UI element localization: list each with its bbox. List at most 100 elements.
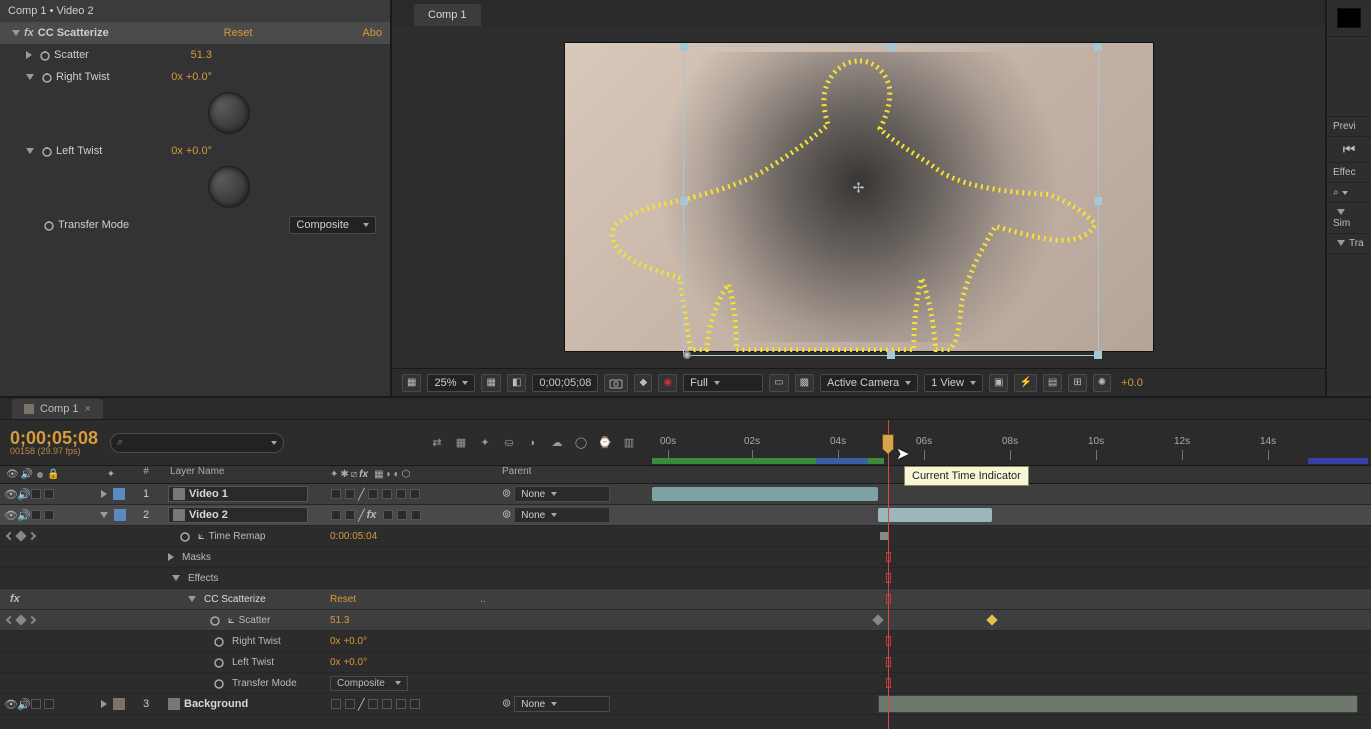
speaker-icon[interactable]: 🔊 — [17, 698, 29, 710]
options-link[interactable]: .. — [480, 593, 486, 605]
pixel-aspect-icon[interactable]: ▣ — [989, 374, 1008, 392]
first-frame-icon[interactable]: ⏮ — [1327, 137, 1371, 163]
speaker-icon[interactable]: 🔊 — [17, 488, 29, 500]
comp-mini-flowchart-icon[interactable]: ⇄ — [428, 434, 446, 452]
disclosure-icon[interactable] — [101, 490, 107, 498]
angle-knob[interactable] — [208, 166, 250, 208]
group-row-effects[interactable]: Effects — [0, 568, 1371, 589]
stopwatch-icon[interactable] — [213, 635, 225, 647]
layer-name-field[interactable]: Video 1 — [168, 486, 308, 502]
layer-duration-bar[interactable] — [878, 695, 1358, 713]
time-ruler[interactable]: 00s 02s 04s 06s 08s 10s 12s 14s ➤ — [648, 420, 1371, 465]
toggle-switches-icon[interactable]: ▥ — [620, 434, 638, 452]
resize-handle[interactable] — [887, 43, 895, 51]
keyframe-marker[interactable] — [880, 532, 888, 540]
prev-key-icon[interactable] — [6, 532, 14, 540]
layer-name-field[interactable]: Video 2 — [168, 507, 308, 523]
always-preview-icon[interactable]: ▦ — [402, 374, 421, 392]
transfer-mode-dropdown[interactable]: Composite — [330, 676, 408, 691]
property-row-right-twist[interactable]: Right Twist 0x +0.0° — [0, 631, 1371, 652]
category-transition[interactable]: Tra — [1349, 238, 1364, 249]
mask-toggle-icon[interactable]: ◧ — [507, 374, 526, 392]
stopwatch-icon[interactable] — [43, 219, 55, 231]
views-dropdown[interactable]: 1 View — [924, 374, 983, 392]
disclosure-icon[interactable] — [100, 512, 108, 518]
label-color[interactable] — [113, 698, 125, 710]
expression-icon[interactable]: ⟀ — [198, 530, 205, 543]
stopwatch-icon[interactable] — [209, 614, 221, 626]
resize-handle[interactable] — [1094, 43, 1102, 51]
fx-badge-icon[interactable]: fx — [10, 593, 20, 605]
timeline-search-input[interactable]: ⌕ — [110, 433, 284, 453]
brainstorm-icon[interactable]: ☁ — [548, 434, 566, 452]
add-key-icon[interactable] — [15, 614, 26, 625]
prop-scatter-row[interactable]: Scatter 51.3 — [0, 44, 390, 66]
composition-canvas[interactable]: ✢ — [564, 42, 1154, 352]
channel-icon[interactable]: ◆ — [634, 374, 652, 392]
color-swatch[interactable] — [1337, 8, 1361, 28]
effect-header-row[interactable]: fx CC Scatterize Reset Abo — [0, 22, 390, 44]
disclosure-icon[interactable] — [26, 51, 32, 59]
reset-link[interactable]: Reset — [330, 594, 356, 605]
snapshot-icon[interactable] — [604, 374, 628, 392]
property-row-left-twist[interactable]: Left Twist 0x +0.0° — [0, 652, 1371, 673]
right-twist-value[interactable]: 0x +0.0° — [330, 636, 367, 647]
camera-dropdown[interactable]: Active Camera — [820, 374, 918, 392]
pickwhip-icon[interactable]: ⊚ — [502, 698, 511, 710]
time-remap-value[interactable]: 0:00:05:04 — [330, 531, 377, 542]
reset-link[interactable]: Reset — [224, 27, 253, 39]
stopwatch-icon[interactable] — [41, 145, 53, 157]
search-icon[interactable]: ⌕ — [1333, 187, 1339, 198]
effects-panel-tab[interactable]: Effec — [1327, 163, 1371, 183]
stopwatch-icon[interactable] — [41, 71, 53, 83]
keyframe-diamond[interactable] — [986, 614, 997, 625]
grid-icon[interactable]: ▦ — [481, 374, 500, 392]
viewer-tab-comp1[interactable]: Comp 1 — [414, 4, 481, 26]
lock-column-icon[interactable]: 🔒 — [47, 469, 59, 480]
auto-keyframe-icon[interactable]: ◯ — [572, 434, 590, 452]
parent-dropdown[interactable]: None — [514, 486, 610, 502]
stopwatch-icon[interactable] — [213, 656, 225, 668]
left-twist-value[interactable]: 0x +0.0° — [330, 657, 367, 668]
label-color[interactable] — [113, 488, 125, 500]
prop-transfer-mode-row[interactable]: Transfer Mode Composite — [0, 214, 390, 236]
lock-toggle[interactable] — [44, 489, 54, 499]
disclosure-icon[interactable] — [1337, 209, 1345, 215]
graph-editor-icon[interactable]: ⌚ — [596, 434, 614, 452]
reset-exposure-icon[interactable]: ✺ — [1093, 374, 1111, 392]
effect-name[interactable]: CC Scatterize — [38, 27, 109, 39]
disclosure-icon[interactable] — [188, 596, 196, 602]
group-row-masks[interactable]: Masks — [0, 547, 1371, 568]
property-row-scatter[interactable]: ⟀ Scatter 51.3 — [0, 610, 1371, 631]
layer-name[interactable]: Background — [184, 698, 248, 710]
eye-icon[interactable]: 👁 — [4, 488, 16, 500]
eye-icon[interactable]: 👁 — [4, 698, 16, 710]
eye-icon[interactable]: 👁 — [4, 509, 16, 521]
resize-handle[interactable] — [683, 351, 691, 359]
fast-preview-icon[interactable]: ⚡ — [1014, 374, 1036, 392]
layer-row[interactable]: 👁🔊 3 Background ╱ ⊚ None — [0, 694, 1371, 715]
next-key-icon[interactable] — [28, 616, 36, 624]
scatter-value[interactable]: 51.3 — [330, 615, 349, 626]
keyframe-diamond[interactable] — [872, 614, 883, 625]
layer-row[interactable]: 👁🔊 2 Video 2 ╱fx ⊚ None — [0, 505, 1371, 526]
pickwhip-icon[interactable]: ⊚ — [502, 488, 511, 500]
label-color[interactable] — [114, 509, 126, 521]
region-icon[interactable]: ▭ — [769, 374, 788, 392]
color-mgmt-icon[interactable]: ◉ — [658, 374, 677, 392]
current-timecode[interactable]: 0;00;05;08 00158 (29.97 fps) — [10, 429, 98, 456]
video-column-icon[interactable]: 👁 — [6, 469, 19, 480]
disclosure-icon[interactable] — [26, 148, 34, 154]
flowchart-icon[interactable]: ⊞ — [1068, 374, 1086, 392]
lock-toggle[interactable] — [44, 699, 54, 709]
fx-badge-icon[interactable]: fx — [24, 27, 34, 39]
motion-blur-icon[interactable]: ◗ — [524, 434, 542, 452]
preview-panel-tab[interactable]: Previ — [1327, 117, 1371, 137]
lock-toggle[interactable] — [44, 510, 54, 520]
prop-value[interactable]: 0x +0.0° — [171, 71, 212, 83]
disclosure-icon[interactable] — [101, 700, 107, 708]
stopwatch-icon[interactable] — [179, 530, 191, 542]
prop-value[interactable]: 51.3 — [191, 49, 212, 61]
resize-handle[interactable] — [887, 351, 895, 359]
resize-handle[interactable] — [680, 43, 688, 51]
